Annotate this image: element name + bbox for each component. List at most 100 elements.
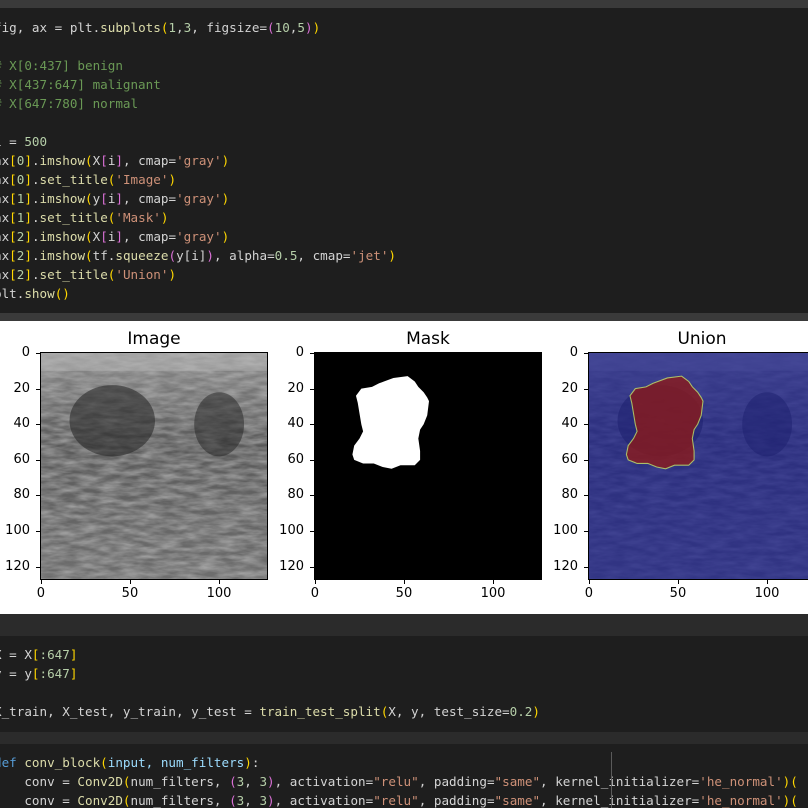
code-line[interactable]: # X[647:780] normal: [0, 94, 396, 113]
code-token: ,: [176, 20, 184, 35]
y-tick-label: 100: [553, 523, 578, 539]
code-cell-conv-block[interactable]: def conv_block(input, num_filters): conv…: [0, 744, 808, 808]
code-token: [: [100, 229, 108, 244]
code-token: num_filters,: [130, 774, 230, 789]
code-token: train_test_split: [259, 704, 381, 719]
y-tick-label: 0: [21, 344, 30, 360]
code-cell-plot[interactable]: fig, ax = plt.subplots(1,3, figsize=(10,…: [0, 8, 808, 313]
x-tick-label: 0: [36, 586, 46, 601]
code-token: ax: [0, 267, 10, 282]
cell-output-figure: Image 0 20 40 60 80 100 120 0 50 100 Mask 0 20 40 60 80 1…: [0, 321, 808, 614]
code-token: ax: [0, 248, 10, 263]
code-line[interactable]: def conv_block(input, num_filters):: [0, 753, 798, 772]
y-tick-mark: [310, 495, 314, 497]
y-tick-mark: [310, 459, 314, 461]
code-line[interactable]: plt.show(): [0, 284, 396, 303]
code-line[interactable]: ax[1].set_title('Mask'): [0, 208, 396, 227]
code-token: 'gray': [176, 229, 222, 244]
code-token: 'gray': [176, 153, 222, 168]
code-token: [: [9, 191, 17, 206]
code-line[interactable]: ax[0].set_title('Image'): [0, 170, 396, 189]
code-token: , activation=: [274, 774, 374, 789]
cell-separator: [0, 313, 808, 321]
code-token: 5: [297, 20, 305, 35]
x-tick-label: 100: [206, 586, 232, 601]
code-editor[interactable]: def conv_block(input, num_filters): conv…: [0, 753, 798, 808]
x-tick-label: 50: [121, 586, 139, 601]
code-token: (: [100, 755, 108, 770]
code-token: [: [31, 666, 40, 681]
code-token: ): [168, 172, 177, 187]
code-token: [: [9, 172, 17, 187]
code-token: 0.5: [274, 248, 298, 263]
y-tick-label: 40: [287, 416, 304, 432]
code-editor[interactable]: fig, ax = plt.subplots(1,3, figsize=(10,…: [0, 18, 396, 303]
code-line[interactable]: [0, 683, 540, 702]
code-token: , padding=: [418, 793, 495, 808]
code-token: ]: [115, 229, 124, 244]
code-token: , padding=: [418, 774, 495, 789]
code-token: i =: [0, 134, 17, 149]
code-token: ): [221, 191, 230, 206]
code-token: imshow: [39, 153, 86, 168]
code-line[interactable]: ax[0].imshow(X[i], cmap='gray'): [0, 151, 396, 170]
code-line[interactable]: ax[2].imshow(tf.squeeze(y[i]), alpha=0.5…: [0, 246, 396, 265]
code-token: )(: [782, 793, 798, 808]
code-line[interactable]: # X[0:437] benign: [0, 56, 396, 75]
code-token: [: [9, 248, 17, 263]
code-line[interactable]: [0, 37, 396, 56]
y-tick-label: 60: [287, 451, 304, 467]
code-line[interactable]: X = X[:647]: [0, 645, 540, 664]
code-token: (: [229, 774, 237, 789]
code-token: plt.: [0, 286, 25, 301]
code-line[interactable]: i = 500: [0, 132, 396, 151]
code-token: ax: [0, 210, 10, 225]
y-tick-mark: [36, 424, 40, 426]
y-tick-label: 120: [553, 558, 578, 574]
code-token: ): [206, 248, 214, 263]
code-line[interactable]: ax[2].set_title('Union'): [0, 265, 396, 284]
code-token: ax: [0, 229, 10, 244]
y-tick-label: 80: [13, 487, 30, 503]
code-token: ax: [0, 153, 10, 168]
code-token: ): [267, 774, 275, 789]
code-token: , cmap=: [297, 248, 351, 263]
code-line[interactable]: [0, 113, 396, 132]
code-token: squeeze: [115, 248, 169, 263]
x-tick-mark: [219, 580, 221, 584]
code-line[interactable]: ax[1].imshow(y[i], cmap='gray'): [0, 189, 396, 208]
code-token: tf.: [92, 248, 116, 263]
code-token: 'jet': [350, 248, 389, 263]
code-line[interactable]: conv = Conv2D(num_filters, (3, 3), activ…: [0, 772, 798, 791]
y-tick-label: 20: [13, 380, 30, 396]
y-tick-mark: [310, 352, 314, 354]
y-tick-label: 80: [561, 487, 578, 503]
x-tick-mark: [403, 580, 405, 584]
code-line[interactable]: fig, ax = plt.subplots(1,3, figsize=(10,…: [0, 18, 396, 37]
code-token: , activation=: [274, 793, 374, 808]
x-tick-label: 0: [584, 586, 594, 601]
code-token: [: [100, 191, 108, 206]
y-tick-mark: [36, 388, 40, 390]
code-token: conv =: [0, 774, 78, 789]
code-token: (: [85, 153, 93, 168]
code-token: :647: [39, 647, 70, 662]
code-cell-split[interactable]: X = X[:647]y = y[:647] X_train, X_test, …: [0, 636, 808, 732]
y-tick-label: 120: [5, 558, 30, 574]
code-token: fig, ax = plt.: [0, 20, 101, 35]
code-line[interactable]: y = y[:647]: [0, 664, 540, 683]
cell-separator: [0, 732, 808, 744]
code-token: "same": [494, 793, 541, 808]
code-line[interactable]: conv = Conv2D(num_filters, (3, 3), activ…: [0, 791, 798, 808]
code-token: ]: [24, 229, 32, 244]
code-line[interactable]: X_train, X_test, y_train, y_test = train…: [0, 702, 540, 721]
code-line[interactable]: # X[437:647] malignant: [0, 75, 396, 94]
y-tick-label: 60: [13, 451, 30, 467]
code-token: 'Union': [115, 267, 169, 282]
code-token: ]: [24, 153, 32, 168]
x-tick-mark: [129, 580, 131, 584]
code-token: ): [388, 248, 397, 263]
code-editor[interactable]: X = X[:647]y = y[:647] X_train, X_test, …: [0, 645, 540, 721]
code-token: )(: [782, 774, 798, 789]
code-line[interactable]: ax[2].imshow(X[i], cmap='gray'): [0, 227, 396, 246]
